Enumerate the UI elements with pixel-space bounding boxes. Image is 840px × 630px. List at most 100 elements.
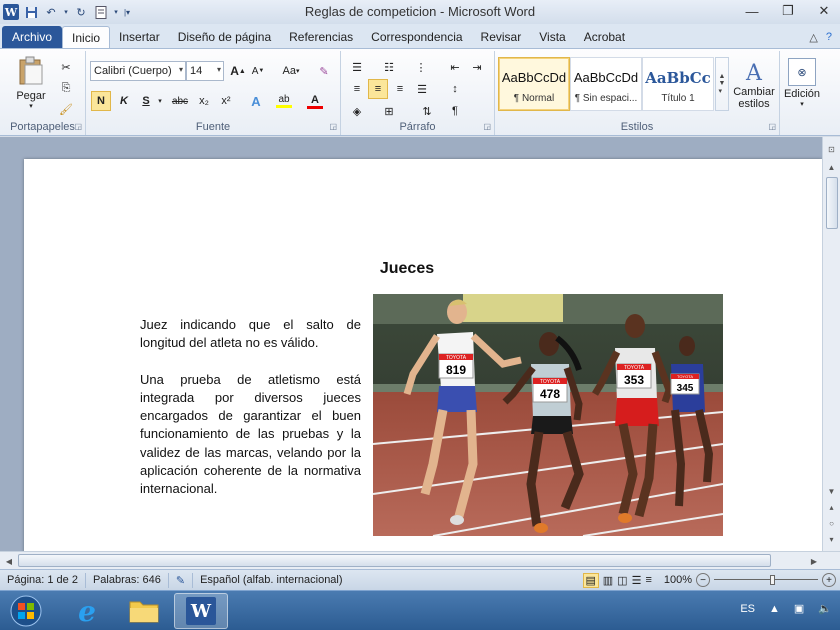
bold-button[interactable]: N [91, 91, 111, 111]
font-family-combo[interactable]: Calibri (Cuerpo) ▾ [90, 61, 186, 81]
show-hidden-icons-icon[interactable]: ▲ [769, 603, 780, 615]
style-normal[interactable]: AaBbCcDd ¶ Normal [498, 57, 570, 111]
tab-vista[interactable]: Vista [530, 26, 574, 48]
cut-icon[interactable]: ✂ [56, 57, 76, 77]
tab-diseno-pagina[interactable]: Diseño de página [169, 26, 280, 48]
dropdown-arrow-icon[interactable]: ▾ [63, 4, 69, 20]
start-button[interactable] [6, 593, 46, 629]
zoom-thumb[interactable] [770, 575, 775, 585]
justify-icon[interactable]: ☰ [412, 79, 432, 99]
tab-revisar[interactable]: Revisar [472, 26, 531, 48]
grow-font-button[interactable]: A ▲ [228, 61, 248, 81]
print-preview-icon[interactable] [93, 4, 109, 20]
minimize-ribbon-icon[interactable]: △ [809, 31, 817, 44]
sort-icon[interactable]: ⇅ [417, 101, 437, 121]
network-icon[interactable]: ▣ [794, 602, 804, 615]
zoom-level[interactable]: 100% [664, 574, 692, 586]
tab-insertar[interactable]: Insertar [110, 26, 169, 48]
scroll-thumb[interactable] [18, 554, 771, 567]
font-color-button[interactable]: A [304, 91, 326, 111]
document-page[interactable]: Jueces Juez indicando que el salto de lo… [24, 159, 822, 551]
prev-page-icon[interactable]: ▴ [823, 499, 840, 515]
copy-icon[interactable]: ⎘ [56, 78, 76, 98]
word-count[interactable]: Palabras: 646 [86, 572, 169, 588]
minimize-button[interactable]: — [740, 2, 764, 20]
athletics-photo[interactable]: TOYOTA 819 TOYOTA 478 TOYOTA 353 TOYOTA … [373, 294, 723, 536]
full-screen-reading-icon[interactable]: ▥ [603, 574, 613, 587]
web-layout-icon[interactable]: ◫ [617, 574, 627, 587]
tab-correspondencia[interactable]: Correspondencia [362, 26, 471, 48]
customize-qat-icon[interactable]: |▾ [123, 4, 131, 20]
strikethrough-button[interactable]: abc [170, 91, 190, 111]
dropdown-arrow-icon[interactable]: ▾ [113, 4, 119, 20]
help-icon[interactable]: ? [826, 31, 832, 44]
superscript-button[interactable]: x² [216, 91, 236, 111]
draft-icon[interactable]: ≡ [645, 574, 651, 586]
style-heading1[interactable]: AaBbCc Título 1 [642, 57, 714, 111]
numbering-icon[interactable]: ☷ [379, 57, 399, 77]
decrease-indent-icon[interactable]: ⇤ [445, 57, 465, 77]
change-styles-button[interactable]: A Cambiar estilos [731, 57, 777, 113]
zoom-slider[interactable] [714, 575, 818, 585]
print-layout-icon[interactable]: ▤ [582, 572, 599, 588]
chevron-down-icon[interactable]: ▾ [156, 93, 164, 109]
scroll-right-icon[interactable]: ▶ [806, 553, 822, 569]
outline-icon[interactable]: ☰ [632, 574, 642, 587]
editing-button[interactable]: ⊗ Edición ▾ [782, 55, 822, 111]
borders-icon[interactable]: ⊞ [379, 101, 399, 121]
subscript-button[interactable]: x₂ [194, 91, 214, 111]
vertical-scrollbar[interactable]: ⊡ ▲ ▼ ▴ ○ ▾ [822, 137, 840, 551]
tab-inicio[interactable]: Inicio [62, 26, 111, 48]
clear-formatting-icon[interactable]: ✎ [314, 61, 334, 81]
tab-referencias[interactable]: Referencias [280, 26, 362, 48]
taskbar-explorer[interactable] [117, 593, 171, 629]
zoom-in-icon[interactable]: + [822, 573, 836, 587]
styles-scroll[interactable]: ▲ ▼ ▾ [715, 57, 729, 111]
font-size-combo[interactable]: 14 ▾ [186, 61, 224, 81]
bullets-icon[interactable]: ☰ [347, 57, 367, 77]
scroll-down-icon[interactable]: ▼ [823, 483, 840, 499]
shading-icon[interactable]: ◈ [347, 101, 367, 121]
redo-icon[interactable]: ↻ [73, 4, 89, 20]
page-count[interactable]: Página: 1 de 2 [0, 572, 86, 588]
underline-button[interactable]: S [136, 91, 156, 111]
tab-archivo[interactable]: Archivo [2, 26, 63, 48]
taskbar-internet-explorer[interactable]: e [60, 593, 114, 629]
undo-icon[interactable]: ↶ [43, 4, 59, 20]
align-right-icon[interactable]: ≡ [390, 79, 410, 99]
dialog-launcher-icon[interactable]: ◲ [329, 122, 337, 131]
highlight-button[interactable]: ab [272, 91, 296, 111]
show-marks-button[interactable]: ¶ [445, 101, 465, 121]
save-icon[interactable] [23, 4, 39, 20]
format-painter-icon[interactable]: 🖌 [56, 99, 76, 119]
line-spacing-icon[interactable]: ↕ [445, 79, 465, 99]
ruler-toggle-icon[interactable]: ⊡ [823, 141, 840, 157]
text-effects-button[interactable]: A [246, 91, 266, 111]
volume-icon[interactable]: 🔈 [818, 602, 832, 615]
language-bar[interactable]: ES [740, 603, 755, 615]
zoom-out-icon[interactable]: − [696, 573, 710, 587]
taskbar-word[interactable]: W [174, 593, 228, 629]
language-indicator[interactable]: Español (alfab. internacional) [193, 573, 349, 588]
dialog-launcher-icon[interactable]: ◲ [768, 122, 776, 131]
style-no-spacing[interactable]: AaBbCcDd ¶ Sin espaci... [570, 57, 642, 111]
restore-button[interactable]: ❐ [776, 2, 800, 20]
close-button[interactable]: ✕ [812, 2, 836, 20]
multilevel-list-icon[interactable]: ⋮ [411, 57, 431, 77]
dialog-launcher-icon[interactable]: ◲ [74, 122, 82, 131]
change-case-button[interactable]: Aa ▾ [278, 61, 304, 81]
next-page-icon[interactable]: ▾ [823, 531, 840, 547]
shrink-font-button[interactable]: A ▼ [248, 61, 268, 81]
increase-indent-icon[interactable]: ⇥ [467, 57, 487, 77]
scroll-up-icon[interactable]: ▲ [823, 159, 840, 175]
align-center-icon[interactable]: ≡ [368, 79, 388, 99]
paste-button[interactable]: Pegar ▾ [8, 55, 54, 111]
browse-object-icon[interactable]: ○ [823, 515, 840, 531]
horizontal-scrollbar[interactable]: ◀ ▶ [0, 551, 840, 569]
tab-acrobat[interactable]: Acrobat [575, 26, 634, 48]
align-left-icon[interactable]: ≡ [347, 79, 367, 99]
italic-button[interactable]: K [114, 91, 134, 111]
scroll-left-icon[interactable]: ◀ [1, 553, 17, 569]
proofing-icon[interactable]: ✎ [169, 572, 194, 588]
scroll-thumb[interactable] [826, 177, 838, 229]
